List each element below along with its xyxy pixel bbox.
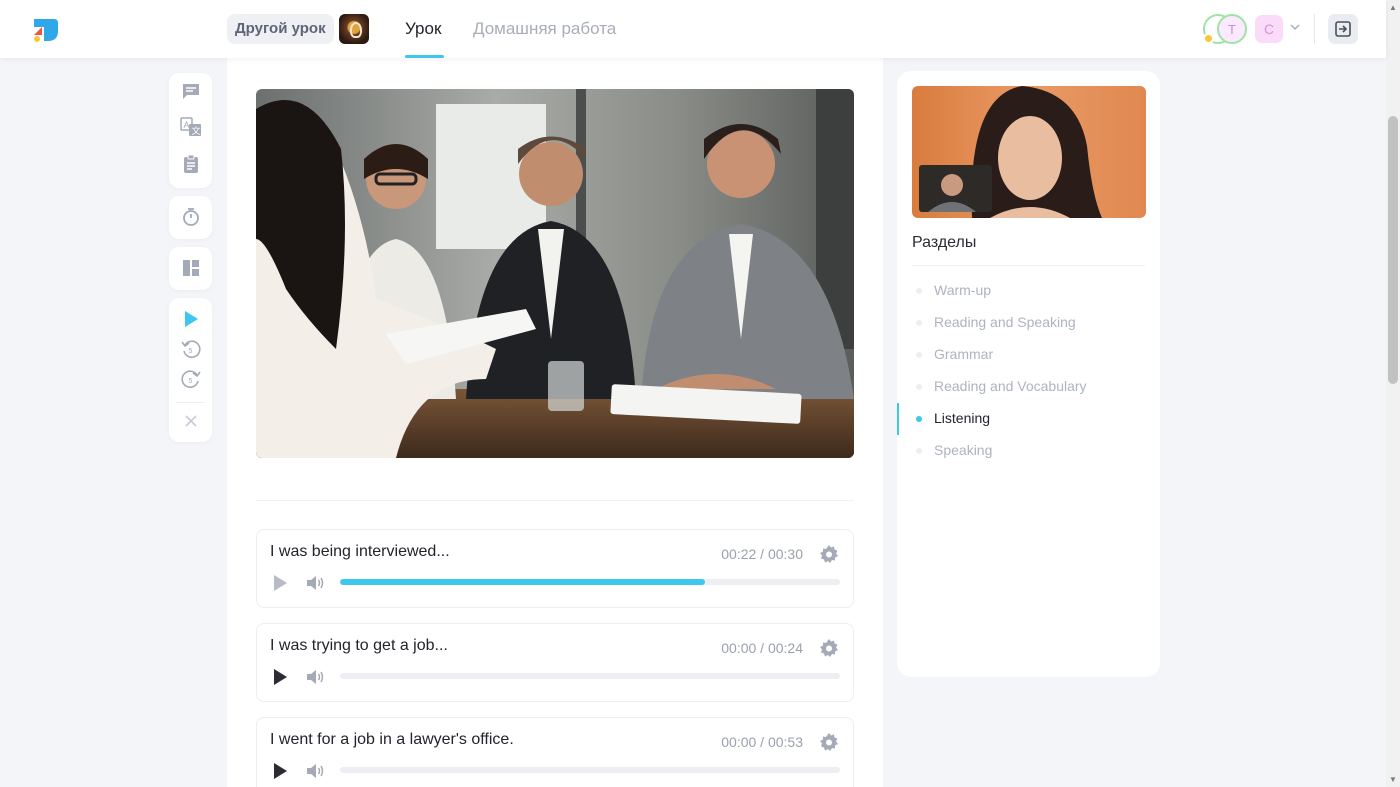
top-bar: Другой урок Урок Домашняя работа Т С <box>0 0 1386 58</box>
section-dot <box>916 288 922 294</box>
play-control[interactable] <box>169 304 212 334</box>
divider <box>176 402 205 403</box>
section-dot <box>916 416 922 422</box>
timer-card <box>169 196 212 239</box>
section-label: Grammar <box>934 346 994 362</box>
section-label: Speaking <box>934 442 993 458</box>
settings-gear-icon[interactable] <box>819 544 839 564</box>
audio-title: I went for a job in a lawyer's office. <box>270 731 514 748</box>
video-call-feed[interactable] <box>912 86 1146 218</box>
layout-card <box>169 247 212 290</box>
sections-title: Разделы <box>912 234 977 251</box>
section-dot <box>916 352 922 358</box>
timer-tool[interactable] <box>169 202 212 232</box>
volume-icon[interactable] <box>305 574 325 592</box>
online-badge <box>1203 33 1214 44</box>
rewind-control[interactable]: 5 <box>169 334 212 364</box>
section-item-speaking[interactable]: Speaking <box>897 439 1160 463</box>
section-label: Reading and Vocabulary <box>934 378 1087 394</box>
play-icon <box>184 311 198 327</box>
audio-title: I was trying to get a job... <box>270 637 448 654</box>
play-icon[interactable] <box>271 574 289 592</box>
section-dot <box>916 320 922 326</box>
audio-title: I was being interviewed... <box>270 543 450 560</box>
divider <box>912 265 1145 266</box>
audio-progress-fill <box>340 579 705 585</box>
chevron-down-icon[interactable] <box>1290 22 1300 32</box>
scroll-down-icon[interactable]: ▼ <box>1389 775 1397 784</box>
timer-icon <box>182 208 199 226</box>
layout-icon <box>182 260 199 276</box>
forward-5-icon: 5 <box>180 370 201 388</box>
section-item-listening[interactable]: Listening <box>897 403 1160 435</box>
exit-button[interactable] <box>1328 14 1358 44</box>
svg-text:文: 文 <box>191 125 200 136</box>
close-icon <box>184 415 197 427</box>
section-item-warm-up[interactable]: Warm-up <box>897 279 1160 303</box>
app-logo-icon[interactable] <box>28 13 60 45</box>
chat-icon <box>182 84 199 99</box>
scroll-thumb[interactable] <box>1388 116 1398 384</box>
rewind-5-icon: 5 <box>180 340 201 358</box>
chat-tool[interactable] <box>169 76 212 106</box>
sections-sidebar: Разделы Warm-up Reading and Speaking Gra… <box>897 71 1160 677</box>
audio-player[interactable]: I went for a job in a lawyer's office. 0… <box>256 717 854 787</box>
section-dot <box>916 384 922 390</box>
section-label: Reading and Speaking <box>934 314 1076 330</box>
clipboard-icon <box>183 154 198 173</box>
active-tab-indicator <box>405 55 444 58</box>
audio-time: 00:00 / 00:24 <box>721 640 803 656</box>
notes-tool[interactable] <box>169 149 212 179</box>
lesson-image <box>256 89 854 458</box>
play-icon[interactable] <box>271 762 289 780</box>
section-item-grammar[interactable]: Grammar <box>897 343 1160 367</box>
translate-tool[interactable]: A 文 <box>169 112 212 142</box>
volume-icon[interactable] <box>305 762 325 780</box>
player-controls-card: 5 5 <box>169 298 212 442</box>
section-dot <box>916 448 922 454</box>
settings-gear-icon[interactable] <box>819 732 839 752</box>
participants-group[interactable]: Т <box>1203 14 1247 44</box>
audio-time: 00:22 / 00:30 <box>721 546 803 562</box>
section-item-reading-vocabulary[interactable]: Reading and Vocabulary <box>897 375 1160 399</box>
exit-icon <box>1335 21 1351 37</box>
tab-homework[interactable]: Домашняя работа <box>473 19 616 39</box>
active-section-indicator <box>897 403 899 435</box>
forward-control[interactable]: 5 <box>169 364 212 394</box>
scroll-up-icon[interactable]: ▲ <box>1389 3 1397 12</box>
svg-text:5: 5 <box>188 348 192 355</box>
tools-card: A 文 <box>169 73 212 188</box>
divider <box>256 500 854 501</box>
scrollbar[interactable]: ▲ ▼ <box>1386 0 1400 787</box>
layout-tool[interactable] <box>169 253 212 283</box>
other-lesson-button[interactable]: Другой урок <box>227 14 334 44</box>
section-item-reading-speaking[interactable]: Reading and Speaking <box>897 311 1160 335</box>
audio-player[interactable]: I was being interviewed... 00:22 / 00:30 <box>256 529 854 608</box>
svg-text:A: A <box>183 120 189 130</box>
section-label: Listening <box>934 410 991 426</box>
audio-player[interactable]: I was trying to get a job... 00:00 / 00:… <box>256 623 854 702</box>
volume-icon[interactable] <box>305 668 325 686</box>
settings-gear-icon[interactable] <box>819 638 839 658</box>
audio-progress-bar[interactable] <box>340 579 840 585</box>
play-icon[interactable] <box>271 668 289 686</box>
close-player-control[interactable] <box>169 406 212 436</box>
lesson-thumbnail[interactable] <box>339 14 369 44</box>
avatar: Т <box>1217 14 1247 44</box>
svg-text:5: 5 <box>188 378 192 385</box>
audio-time: 00:00 / 00:53 <box>721 734 803 750</box>
divider <box>1314 14 1315 44</box>
lesson-content: I was being interviewed... 00:22 / 00:30… <box>227 58 883 787</box>
audio-progress-bar[interactable] <box>340 767 840 773</box>
translate-icon: A 文 <box>179 117 201 136</box>
section-label: Warm-up <box>934 282 992 298</box>
tab-lesson[interactable]: Урок <box>405 19 441 39</box>
audio-progress-bar[interactable] <box>340 673 840 679</box>
user-avatar[interactable]: С <box>1255 15 1283 43</box>
